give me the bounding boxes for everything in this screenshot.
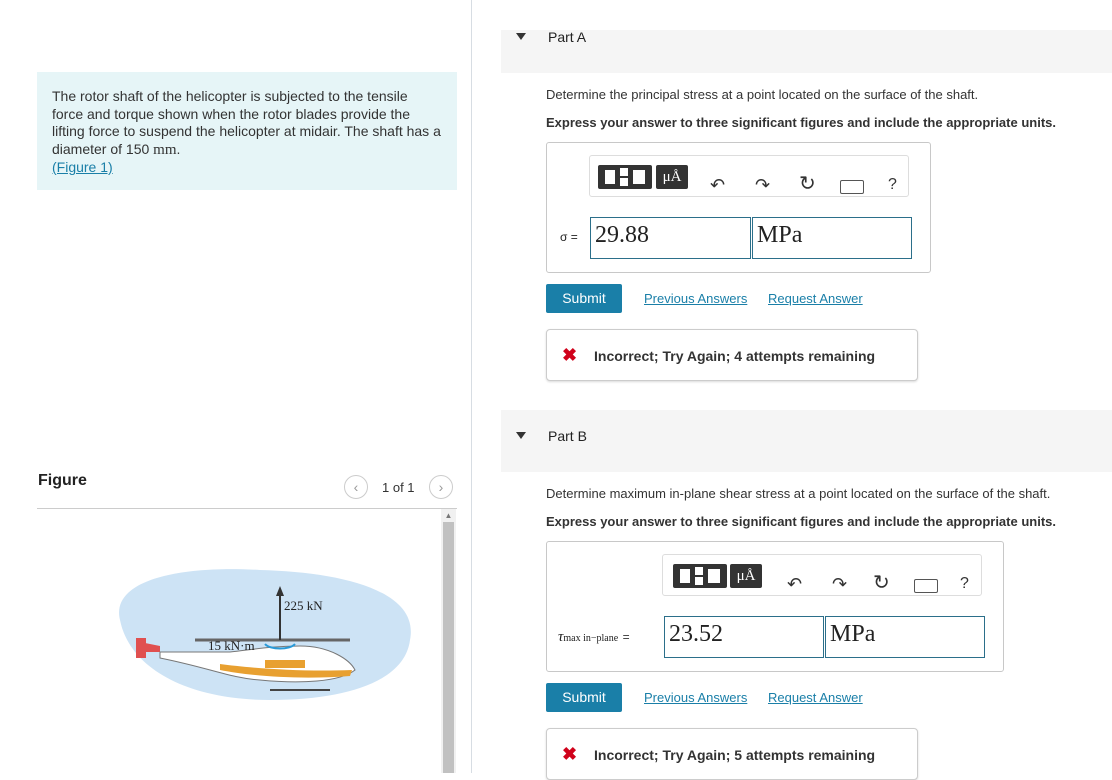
scroll-up-icon[interactable]: ▲ bbox=[443, 511, 454, 521]
chevron-left-icon: ‹ bbox=[353, 479, 359, 495]
keyboard-icon[interactable] bbox=[840, 180, 864, 194]
next-figure-button[interactable]: › bbox=[429, 475, 453, 499]
figure-link[interactable]: (Figure 1) bbox=[52, 159, 113, 175]
part-b-previous-answers-link[interactable]: Previous Answers bbox=[644, 690, 747, 705]
part-b-feedback-text: Incorrect; Try Again; 5 attempts remaini… bbox=[594, 747, 876, 763]
reset-icon[interactable]: ↻ bbox=[799, 174, 816, 194]
part-a-request-answer-link[interactable]: Request Answer bbox=[768, 291, 863, 306]
help-icon[interactable]: ? bbox=[888, 175, 897, 195]
part-a-feedback-text: Incorrect; Try Again; 4 attempts remaini… bbox=[594, 348, 876, 364]
part-a-value-input[interactable]: 29.88 bbox=[590, 217, 751, 259]
scroll-thumb[interactable] bbox=[443, 522, 454, 773]
collapse-triangle-icon[interactable] bbox=[516, 432, 526, 439]
error-x-icon: ✖ bbox=[562, 744, 578, 764]
part-a-title: Part A bbox=[548, 29, 587, 45]
part-a-instruction: Express your answer to three significant… bbox=[546, 115, 1056, 130]
reset-icon[interactable]: ↻ bbox=[873, 573, 890, 593]
problem-text: The rotor shaft of the helicopter is sub… bbox=[52, 88, 441, 157]
redo-icon[interactable]: ↷ bbox=[832, 574, 847, 594]
part-b-variable: τmax in−plane = bbox=[558, 629, 630, 645]
part-a-submit-button[interactable]: Submit bbox=[546, 284, 622, 313]
part-b-question: Determine maximum in-plane shear stress … bbox=[546, 486, 1051, 501]
part-b-title: Part B bbox=[548, 428, 587, 444]
keyboard-icon[interactable] bbox=[914, 579, 938, 593]
part-a-question: Determine the principal stress at a poin… bbox=[546, 87, 979, 102]
figure-title: Figure bbox=[38, 472, 87, 489]
torque-label: 15 kN·m bbox=[208, 638, 255, 653]
undo-icon[interactable]: ↶ bbox=[710, 175, 725, 195]
chevron-right-icon: › bbox=[438, 479, 444, 495]
error-x-icon: ✖ bbox=[562, 345, 578, 365]
part-b-submit-button[interactable]: Submit bbox=[546, 683, 622, 712]
part-b-unit-input[interactable]: MPa bbox=[825, 616, 985, 658]
collapse-triangle-icon[interactable] bbox=[516, 33, 526, 40]
undo-icon[interactable]: ↶ bbox=[787, 574, 802, 594]
force-label: 225 kN bbox=[284, 598, 323, 613]
helicopter-figure bbox=[119, 569, 411, 700]
part-a-unit-input[interactable]: MPa bbox=[752, 217, 912, 259]
units-icon[interactable]: μÅ bbox=[656, 165, 688, 189]
column-divider bbox=[471, 0, 472, 773]
help-icon[interactable]: ? bbox=[960, 574, 969, 594]
templates-icon[interactable] bbox=[673, 564, 727, 588]
templates-icon[interactable] bbox=[598, 165, 652, 189]
problem-unit: mm bbox=[153, 141, 177, 158]
figure-pager: 1 of 1 bbox=[382, 480, 415, 495]
redo-icon[interactable]: ↷ bbox=[755, 175, 770, 195]
part-b-value-input[interactable]: 23.52 bbox=[664, 616, 824, 658]
part-b-request-answer-link[interactable]: Request Answer bbox=[768, 690, 863, 705]
prev-figure-button[interactable]: ‹ bbox=[344, 475, 368, 499]
part-a-previous-answers-link[interactable]: Previous Answers bbox=[644, 291, 747, 306]
part-b-header[interactable] bbox=[501, 410, 1112, 472]
units-icon[interactable]: μÅ bbox=[730, 564, 762, 588]
figure-divider bbox=[37, 508, 457, 509]
part-b-instruction: Express your answer to three significant… bbox=[546, 514, 1056, 529]
part-a-header[interactable] bbox=[501, 30, 1112, 73]
part-a-variable: σ = bbox=[560, 230, 578, 244]
problem-statement: The rotor shaft of the helicopter is sub… bbox=[37, 72, 457, 190]
